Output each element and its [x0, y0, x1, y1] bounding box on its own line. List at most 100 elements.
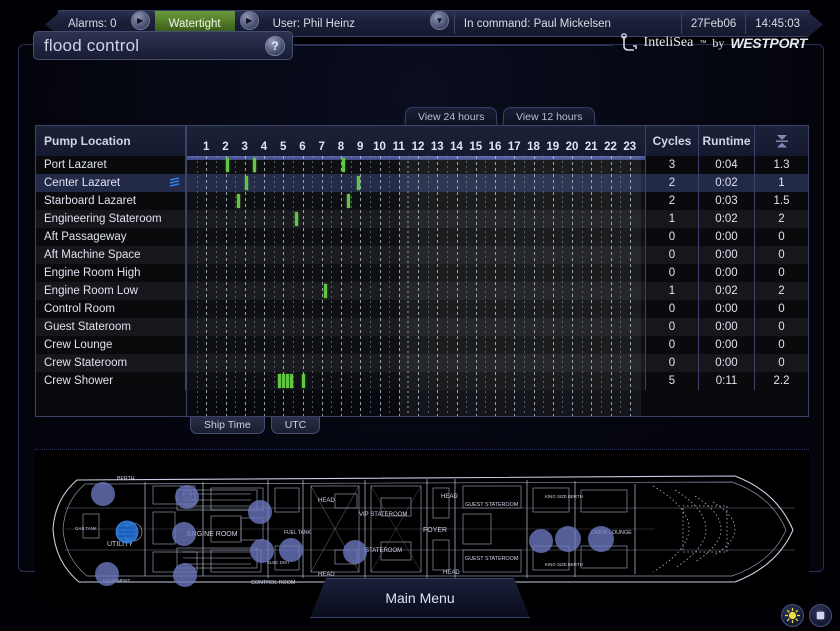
pump-marker[interactable]: [250, 539, 274, 563]
pump-marker[interactable]: [555, 526, 581, 552]
help-button[interactable]: ?: [265, 36, 285, 56]
chart-row[interactable]: [187, 246, 645, 264]
table-row-cycles: 0: [645, 354, 698, 372]
chart-gridline: [196, 156, 198, 416]
table-row-location[interactable]: Control Room: [36, 300, 186, 318]
tab-label: View 24 hours: [417, 110, 485, 123]
chart-row[interactable]: [187, 282, 645, 300]
table-row-location[interactable]: Guest Stateroom: [36, 318, 186, 336]
table-row-runtime: 0:02: [698, 174, 754, 192]
table-row-location[interactable]: Crew Lounge: [36, 336, 186, 354]
pump-marker[interactable]: [588, 526, 614, 552]
pump-event-tick[interactable]: [286, 374, 290, 388]
brand-by: by: [712, 35, 725, 50]
hour-tick-label: 15: [469, 141, 483, 153]
chart-row[interactable]: [187, 174, 645, 192]
chart-gridline: [466, 156, 468, 416]
table-row-location[interactable]: Engine Room High: [36, 264, 186, 282]
pump-event-tick[interactable]: [226, 158, 230, 172]
table-row-location[interactable]: Aft Machine Space: [36, 246, 186, 264]
pump-location-label: Engineering Stateroom: [44, 213, 162, 225]
chart-row[interactable]: [187, 264, 645, 282]
chart-gridline: [341, 156, 342, 416]
tab-ship-time[interactable]: Ship Time: [190, 417, 265, 434]
pump-marker[interactable]: [343, 540, 367, 564]
column-header-pump-location[interactable]: Pump Location: [36, 126, 186, 156]
table-row-runtime: 0:00: [698, 264, 754, 282]
chart-gridline: [312, 156, 314, 416]
pump-event-tick[interactable]: [282, 374, 286, 388]
chart-gridline: [475, 156, 477, 416]
brightness-button[interactable]: [781, 604, 804, 627]
pump-marker[interactable]: [172, 522, 196, 546]
pump-event-tick[interactable]: [346, 194, 350, 208]
hour-tick-label: 14: [450, 141, 463, 153]
pump-event-tick[interactable]: [357, 176, 361, 190]
chart-row[interactable]: [187, 336, 645, 354]
pump-event-tick[interactable]: [323, 284, 327, 298]
tab-utc[interactable]: UTC: [270, 417, 321, 434]
table-row-value: 0: [754, 318, 808, 336]
column-header-cycles[interactable]: Cycles: [645, 126, 698, 156]
pump-location-label: Engine Room High: [44, 267, 141, 279]
watertight-label: Watertight: [168, 17, 221, 30]
in-command-field[interactable]: In command: Paul Mickelsen: [455, 11, 620, 36]
chart-row[interactable]: [187, 192, 645, 210]
chart-gridline: [600, 156, 602, 416]
column-cycles: Cycles 3221000100005: [645, 126, 698, 416]
power-button[interactable]: [809, 604, 832, 627]
chart-row[interactable]: [187, 318, 645, 336]
chart-gridline: [514, 156, 516, 416]
main-menu-button[interactable]: Main Menu: [310, 578, 530, 618]
chart-row[interactable]: [187, 300, 645, 318]
activity-chart[interactable]: 1234567891011121314151617181920212223 16…: [186, 126, 645, 416]
table-row-value: 0: [754, 264, 808, 282]
pump-location-label: Port Lazaret: [44, 159, 107, 171]
chart-row[interactable]: [187, 210, 645, 228]
pump-marker[interactable]: [175, 485, 199, 509]
pump-event-tick[interactable]: [253, 158, 257, 172]
table-row-location[interactable]: Port Lazaret: [36, 156, 186, 174]
table-row-location[interactable]: Engine Room Low: [36, 282, 186, 300]
pump-event-tick[interactable]: [301, 374, 305, 388]
current-time-marker: [407, 156, 409, 416]
chart-gridline: [591, 156, 593, 416]
pump-event-tick[interactable]: [244, 176, 248, 190]
table-row-cycles: 3: [645, 156, 698, 174]
pump-marker[interactable]: [279, 538, 303, 562]
pump-event-tick[interactable]: [341, 158, 345, 172]
table-row-location[interactable]: Center Lazaret: [36, 174, 186, 192]
alarms-next-button[interactable]: ▶: [130, 11, 150, 30]
watertight-next-button[interactable]: ▶: [239, 11, 259, 30]
svg-text:FUEL TANK: FUEL TANK: [284, 530, 312, 536]
table-row-location[interactable]: Engineering Stateroom: [36, 210, 186, 228]
pump-event-tick[interactable]: [237, 194, 241, 208]
table-row-location[interactable]: Crew Stateroom: [36, 354, 186, 372]
chart-gridline: [437, 156, 439, 416]
tab-view-12-hours[interactable]: View 12 hours: [502, 107, 597, 126]
chart-row[interactable]: [187, 228, 645, 246]
pump-marker[interactable]: [91, 482, 115, 506]
user-dropdown-button[interactable]: ▼: [429, 11, 449, 30]
chart-row[interactable]: [187, 372, 645, 390]
pump-marker[interactable]: [248, 500, 272, 524]
column-header-runtime[interactable]: Runtime: [698, 126, 754, 156]
activity-chart-body[interactable]: 16 ◀ 1 14: [186, 156, 645, 416]
pump-location-label: Aft Machine Space: [44, 249, 141, 261]
help-label: ?: [271, 39, 279, 53]
table-row-location[interactable]: Aft Passageway: [36, 228, 186, 246]
tab-view-24-hours[interactable]: View 24 hours: [404, 107, 498, 126]
tab-label: View 12 hours: [516, 110, 583, 123]
brand-logo: InteliSea ™ by WESTPORT: [620, 33, 807, 53]
table-row-location[interactable]: Starboard Lazaret: [36, 192, 186, 210]
chart-row[interactable]: [187, 354, 645, 372]
pump-event-tick[interactable]: [289, 374, 293, 388]
column-header-sort[interactable]: [754, 126, 808, 156]
table-row-location[interactable]: Crew Shower: [36, 372, 186, 390]
chart-gridline: [254, 156, 256, 416]
table-row-runtime: 0:00: [698, 246, 754, 264]
pump-event-tick[interactable]: [278, 374, 282, 388]
chevron-down-icon: ▼: [435, 15, 444, 25]
pump-event-tick[interactable]: [294, 212, 298, 226]
pump-marker[interactable]: [529, 529, 553, 553]
